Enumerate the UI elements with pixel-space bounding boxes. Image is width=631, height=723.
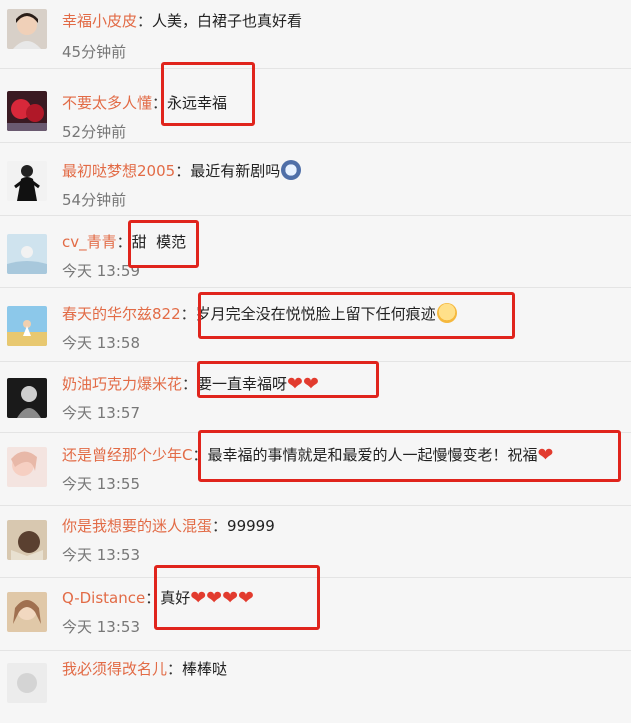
comment-time: 今天 13:55 [62, 475, 140, 493]
user-avatar[interactable] [7, 447, 47, 487]
heart-icon: ❤❤❤❤ [190, 587, 254, 609]
user-avatar[interactable] [7, 234, 47, 274]
comment-time: 今天 13:53 [62, 618, 140, 636]
user-avatar[interactable] [7, 378, 47, 418]
comment-time: 今天 13:53 [62, 546, 140, 564]
separator: ： [175, 162, 191, 180]
user-avatar[interactable] [7, 9, 47, 49]
comment-item: cv_青青：甜 模范 今天 13:59 [0, 215, 631, 288]
comment-line: 春天的华尔兹822：岁月完全没在悦悦脸上留下任何痕迹 [62, 302, 457, 326]
heart-icon: ❤❤ [287, 373, 319, 395]
comment-time: 52分钟前 [62, 123, 127, 141]
comment-text: 人美，白裙子也真好看 [152, 12, 303, 30]
comment-item: 你是我想要的迷人混蛋：99999 今天 13:53 [0, 505, 631, 578]
comment-time: 今天 13:59 [62, 262, 140, 280]
separator: ： [137, 12, 153, 30]
comment-username[interactable]: 奶油巧克力爆米花 [62, 375, 182, 393]
user-avatar[interactable] [7, 91, 47, 131]
comment-time: 今天 13:57 [62, 404, 140, 422]
comment-username[interactable]: 幸福小皮皮 [62, 12, 137, 30]
scared-face-icon [281, 160, 302, 180]
separator: ： [180, 305, 196, 323]
comment-username[interactable]: 还是曾经那个少年C [62, 446, 192, 464]
comment-line: 最初哒梦想2005：最近有新剧吗 [62, 159, 302, 183]
comment-username[interactable]: 不要太多人懂 [62, 94, 152, 112]
comment-text: 最幸福的事情就是和最爱的人一起慢慢变老！祝福 [207, 446, 538, 464]
comment-list: 幸福小皮皮：人美，白裙子也真好看 45分钟前 不要太多人懂：永远幸福 52分钟前… [0, 0, 631, 703]
comment-text: 要一直幸福呀 [197, 375, 288, 393]
user-avatar[interactable] [7, 592, 47, 632]
separator: ： [167, 660, 183, 678]
comment-item: 幸福小皮皮：人美，白裙子也真好看 45分钟前 [0, 0, 631, 69]
comment-time: 45分钟前 [62, 43, 127, 61]
comment-item: Q-Distance：真好❤❤❤❤ 今天 13:53 [0, 577, 631, 650]
comment-time: 54分钟前 [62, 191, 127, 209]
comment-username[interactable]: 最初哒梦想2005 [62, 162, 175, 180]
comment-username[interactable]: 你是我想要的迷人混蛋 [62, 517, 212, 535]
comment-item: 春天的华尔兹822：岁月完全没在悦悦脸上留下任何痕迹 今天 13:58 [0, 287, 631, 360]
comment-text: 最近有新剧吗 [190, 162, 281, 180]
comment-username[interactable]: 春天的华尔兹822 [62, 305, 181, 323]
separator: ： [212, 517, 228, 535]
comment-line: 你是我想要的迷人混蛋：99999 [62, 514, 275, 538]
comment-username[interactable]: 我必须得改名儿 [62, 660, 167, 678]
separator: ： [152, 94, 168, 112]
comment-text: 岁月完全没在悦悦脸上留下任何痕迹 [195, 305, 436, 323]
comment-line: 我必须得改名儿：棒棒哒 [62, 657, 227, 681]
separator: ： [192, 446, 208, 464]
comment-item: 我必须得改名儿：棒棒哒 [0, 650, 631, 723]
comment-text: 99999 [227, 517, 275, 535]
comment-item: 最初哒梦想2005：最近有新剧吗 54分钟前 [0, 142, 631, 215]
heart-icon: ❤ [537, 444, 554, 466]
comment-username[interactable]: cv_青青 [62, 233, 117, 251]
comment-line: 还是曾经那个少年C：最幸福的事情就是和最爱的人一起慢慢变老！祝福❤ [62, 443, 553, 467]
comment-line: Q-Distance：真好❤❤❤❤ [62, 586, 254, 610]
separator: ： [182, 375, 198, 393]
separator: ： [116, 233, 132, 251]
user-avatar[interactable] [7, 161, 47, 201]
comment-item: 还是曾经那个少年C：最幸福的事情就是和最爱的人一起慢慢变老！祝福❤ 今天 13:… [0, 432, 631, 505]
comment-text: 真好 [160, 589, 191, 607]
comment-line: 奶油巧克力爆米花：要一直幸福呀❤❤ [62, 372, 319, 396]
comment-item: 不要太多人懂：永远幸福 52分钟前 [0, 68, 631, 141]
comment-text: 棒棒哒 [182, 660, 228, 678]
comment-text: 永远幸福 [167, 94, 228, 112]
comment-username[interactable]: Q-Distance [62, 589, 145, 607]
hugging-face-icon [436, 303, 457, 323]
separator: ： [145, 589, 161, 607]
comment-item: 奶油巧克力爆米花：要一直幸福呀❤❤ 今天 13:57 [0, 361, 631, 434]
user-avatar[interactable] [7, 663, 47, 703]
comment-time: 今天 13:58 [62, 334, 140, 352]
user-avatar[interactable] [7, 520, 47, 560]
comment-line: cv_青青：甜 模范 [62, 230, 186, 254]
comment-line: 不要太多人懂：永远幸福 [62, 91, 227, 115]
comment-text: 甜 模范 [131, 233, 187, 251]
user-avatar[interactable] [7, 306, 47, 346]
comment-line: 幸福小皮皮：人美，白裙子也真好看 [62, 9, 302, 33]
